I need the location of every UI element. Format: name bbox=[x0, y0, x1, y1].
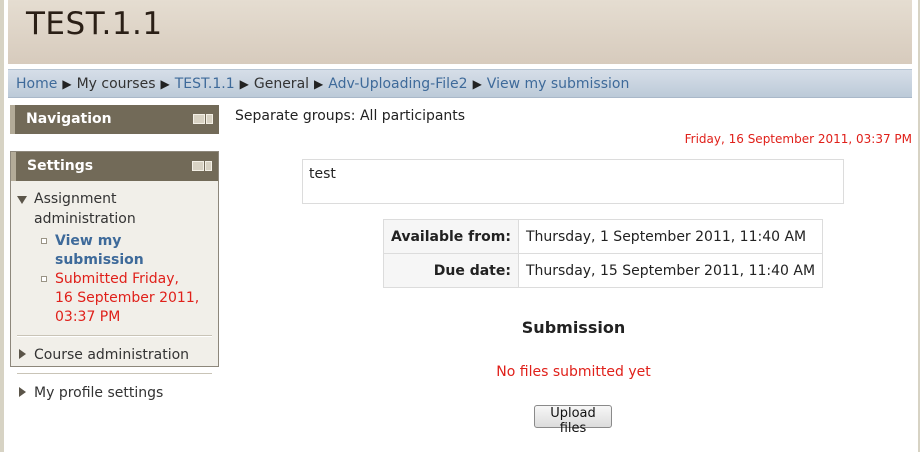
bullet-icon bbox=[41, 238, 47, 244]
settings-tree: Assignment administration View my submis… bbox=[11, 181, 218, 403]
settings-block-header[interactable]: Settings bbox=[11, 152, 218, 181]
settings-block: Settings Assignment administration View … bbox=[10, 151, 219, 401]
tree-item-course-administration[interactable]: Course administration bbox=[17, 345, 212, 365]
breadcrumb-assignment[interactable]: Adv-Uploading-File2 bbox=[328, 76, 467, 92]
navigation-block: Navigation bbox=[10, 105, 219, 134]
due-date-label: Due date: bbox=[383, 253, 519, 288]
assignment-intro: test bbox=[302, 159, 844, 204]
available-from-label: Available from: bbox=[383, 219, 519, 254]
no-files-message: No files submitted yet bbox=[496, 364, 651, 380]
breadcrumb-separator-icon: ▶ bbox=[160, 77, 170, 91]
table-row: Due date: Thursday, 15 September 2011, 1… bbox=[383, 253, 824, 288]
breadcrumb-general: General bbox=[253, 76, 310, 92]
tree-item-view-submission[interactable]: View my submission bbox=[40, 232, 212, 270]
groups-selector-label: Separate groups: All participants bbox=[235, 108, 466, 124]
settings-block-title: Settings bbox=[27, 158, 94, 174]
current-date: Friday, 16 September 2011, 03:37 PM bbox=[684, 132, 912, 146]
tree-item-label: My profile settings bbox=[34, 385, 164, 401]
navigation-block-title: Navigation bbox=[26, 111, 112, 127]
table-row: Available from: Thursday, 1 September 20… bbox=[383, 219, 824, 254]
breadcrumb-separator-icon: ▶ bbox=[472, 77, 482, 91]
divider bbox=[17, 335, 212, 337]
dates-table: Available from: Thursday, 1 September 20… bbox=[383, 219, 824, 288]
tree-item-submitted-status: Submitted Friday, 16 September 2011, 03:… bbox=[40, 270, 212, 327]
tree-item-my-profile-settings[interactable]: My profile settings bbox=[17, 383, 212, 403]
due-date-value: Thursday, 15 September 2011, 11:40 AM bbox=[517, 253, 824, 288]
breadcrumb-my-courses: My courses bbox=[76, 76, 156, 92]
bullet-icon bbox=[41, 276, 47, 282]
breadcrumb-view-submission[interactable]: View my submission bbox=[487, 76, 630, 92]
site-title: TEST.1.1 bbox=[26, 6, 163, 42]
breadcrumb: Home ▶ My courses ▶ TEST.1.1 ▶ General ▶ Adv-Upl… bbox=[8, 69, 912, 98]
assignment-admin-children: View my submission Submitted Friday, 16 … bbox=[17, 232, 212, 327]
collapsed-triangle-icon bbox=[19, 349, 26, 359]
submitted-line-3: 03:37 PM bbox=[55, 309, 121, 325]
expanded-triangle-icon bbox=[17, 196, 27, 204]
tree-item-label: Assignment administration bbox=[34, 191, 136, 227]
available-from-value: Thursday, 1 September 2011, 11:40 AM bbox=[517, 219, 824, 254]
collapsed-triangle-icon bbox=[19, 387, 26, 397]
tree-item-label: Course administration bbox=[34, 347, 190, 363]
main-content: Separate groups: All participants Friday… bbox=[235, 108, 912, 436]
dock-icon[interactable] bbox=[192, 161, 212, 171]
page-header: TEST.1.1 bbox=[8, 0, 912, 64]
breadcrumb-separator-icon: ▶ bbox=[62, 77, 72, 91]
submission-heading: Submission bbox=[521, 318, 626, 337]
tree-item-assignment-administration[interactable]: Assignment administration bbox=[17, 189, 212, 229]
upload-files-button[interactable]: Upload files bbox=[534, 405, 612, 436]
dock-icon[interactable] bbox=[193, 114, 213, 124]
divider bbox=[17, 373, 212, 375]
breadcrumb-separator-icon: ▶ bbox=[314, 77, 324, 91]
breadcrumb-separator-icon: ▶ bbox=[239, 77, 249, 91]
breadcrumb-course[interactable]: TEST.1.1 bbox=[175, 76, 235, 92]
view-submission-link[interactable]: View my submission bbox=[55, 233, 144, 268]
submitted-line-2: 16 September 2011, bbox=[55, 290, 200, 306]
breadcrumb-home[interactable]: Home bbox=[16, 76, 57, 92]
submitted-line-1: Submitted Friday, bbox=[55, 271, 179, 287]
navigation-block-header[interactable]: Navigation bbox=[10, 105, 219, 134]
